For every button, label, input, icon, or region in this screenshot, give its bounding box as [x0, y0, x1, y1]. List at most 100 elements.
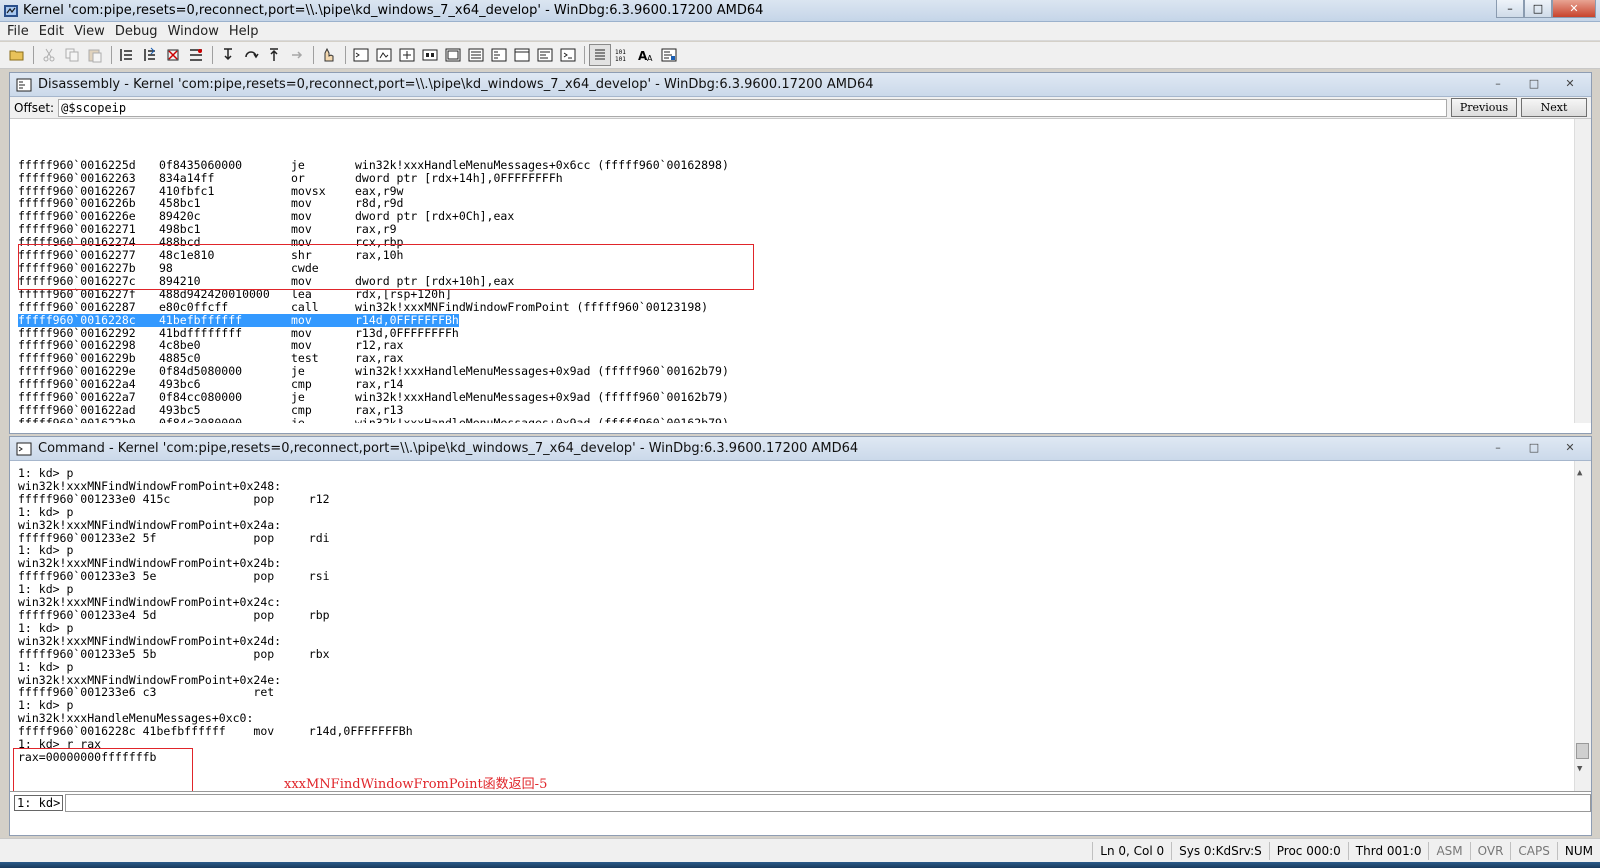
restart-button[interactable]: [139, 44, 161, 66]
locals-window-button[interactable]: [396, 44, 418, 66]
disassembly-row[interactable]: fffff960`00162263 834a14ff or dword ptr [rd…: [18, 170, 1591, 185]
disassembly-row[interactable]: fffff960`0016228c 41befbffffff mov r14d,0FF…: [18, 313, 1591, 327]
command-output-line: win32k!xxxMNFindWindowFromPoint+0x248:: [18, 478, 282, 493]
stop-debugging-button[interactable]: [162, 44, 184, 66]
command-minimize-button[interactable]: –: [1483, 439, 1513, 456]
disassembly-row[interactable]: fffff960`00162298 4c8be0 mov r12,rax: [18, 339, 1591, 352]
hex-view-button[interactable]: 101 101: [612, 44, 634, 66]
menu-view[interactable]: View: [69, 24, 110, 39]
command-window-button[interactable]: [350, 44, 372, 66]
disassembly-window-button[interactable]: [488, 44, 510, 66]
run-to-cursor-button[interactable]: [286, 44, 308, 66]
memory-window-button[interactable]: [442, 44, 464, 66]
break-button[interactable]: [185, 44, 207, 66]
disassembly-row[interactable]: fffff960`0016229b 4885c0 test rax,rax: [18, 352, 1591, 365]
scroll-thumb[interactable]: [1576, 743, 1589, 759]
menu-help[interactable]: Help: [224, 24, 264, 39]
disassembly-row[interactable]: fffff960`0016226e 89420c mov dword ptr [rdx…: [18, 210, 1591, 223]
close-button[interactable]: ✕: [1552, 0, 1596, 18]
instruction-mnemonic: je: [291, 390, 305, 405]
options-icon: [661, 48, 677, 62]
menu-debug[interactable]: Debug: [110, 24, 163, 39]
maximize-button[interactable]: □: [1524, 0, 1552, 18]
disassembly-row[interactable]: fffff960`0016226b 458bc1 mov r8d,r9d: [18, 197, 1591, 210]
disassembly-row[interactable]: fffff960`00162271 498bc1 mov rax,r9: [18, 223, 1591, 236]
step-out-button[interactable]: [263, 44, 285, 66]
disassembly-listing[interactable]: fffff960`0016225d 0f8435060000 je win32k!xx…: [10, 119, 1591, 423]
disassembly-row[interactable]: fffff960`00162267 410fbfc1 movsx eax,r9w: [18, 184, 1591, 198]
disassembly-row[interactable]: fffff960`00162292 41bdffffffff mov r13d,0FF…: [18, 326, 1591, 340]
disassembly-minimize-button[interactable]: –: [1483, 75, 1513, 92]
registers-window-button[interactable]: [419, 44, 441, 66]
command-window[interactable]: Command - Kernel 'com:pipe,resets=0,reco…: [9, 436, 1592, 836]
source-mode-button[interactable]: [318, 44, 340, 66]
menu-window[interactable]: Window: [163, 24, 224, 39]
command-output-line: 1: kd> p: [18, 620, 74, 635]
step-into-icon: [224, 48, 232, 61]
instruction-mnemonic: or: [291, 170, 305, 185]
disassembly-row[interactable]: fffff960`00162287 e80c0ffcff call win32k!xx…: [18, 300, 1591, 314]
menu-edit[interactable]: Edit: [34, 24, 69, 39]
highlight-box-rax: [13, 748, 193, 791]
menu-file[interactable]: File: [2, 24, 34, 39]
highlight-box-call: [18, 244, 754, 290]
watch-window-button[interactable]: [373, 44, 395, 66]
command-output-line: 1: kd> p: [18, 659, 74, 674]
scratch-window-button[interactable]: [557, 44, 579, 66]
stop-debugging-icon: [167, 49, 179, 61]
disassembly-close-button[interactable]: ✕: [1555, 75, 1585, 92]
call-stack-button[interactable]: [465, 44, 487, 66]
taskbar: [0, 862, 1600, 868]
scratch-pad-button[interactable]: [511, 44, 533, 66]
step-into-button[interactable]: [217, 44, 239, 66]
registers-window-icon: [422, 49, 438, 61]
instruction-address: fffff960`0016225d: [18, 157, 136, 172]
disassembly-row[interactable]: fffff960`0016229e 0f84d5080000 je win32k!xx…: [18, 365, 1591, 378]
go-button[interactable]: [116, 44, 138, 66]
disassembly-scrollbar[interactable]: [1574, 119, 1591, 423]
disassembly-title-bar[interactable]: Disassembly - Kernel 'com:pipe,resets=0,…: [10, 73, 1591, 97]
paste-button[interactable]: [84, 44, 106, 66]
cut-button[interactable]: [38, 44, 60, 66]
status-bar: Ln 0, Col 0 Sys 0:KdSrv:S Proc 000:0 Thr…: [0, 838, 1600, 862]
offset-input[interactable]: @$scopeip: [58, 98, 1447, 117]
options-button[interactable]: [658, 44, 680, 66]
command-maximize-button[interactable]: □: [1519, 439, 1549, 456]
instruction-mnemonic: je: [291, 415, 305, 423]
open-button[interactable]: [6, 44, 28, 66]
command-window-icon: [353, 48, 369, 62]
disassembly-row[interactable]: fffff960`001622a4 493bc6 cmp rax,r14: [18, 378, 1591, 391]
disassembly-title: Disassembly - Kernel 'com:pipe,resets=0,…: [38, 77, 874, 92]
font-button[interactable]: AA: [635, 44, 657, 66]
instruction-address: fffff960`001622a7: [18, 390, 136, 405]
font-icon: AA: [638, 49, 653, 63]
disassembly-maximize-button[interactable]: □: [1519, 75, 1549, 92]
main-title-bar[interactable]: Kernel 'com:pipe,resets=0,reconnect,port…: [0, 0, 1600, 22]
command-input[interactable]: [65, 793, 1591, 812]
previous-button[interactable]: Previous: [1451, 98, 1517, 117]
disassembly-row[interactable]: fffff960`001622a7 0f84cc080000 je win32k!xx…: [18, 391, 1591, 404]
next-button[interactable]: Next: [1521, 98, 1587, 117]
scroll-up-arrow-icon[interactable]: ▲: [1577, 467, 1582, 480]
command-output-line: fffff960`001233e0 415c pop r12: [18, 491, 330, 506]
hex-view-icon: 101101: [615, 49, 626, 63]
instruction-address: fffff960`00162263: [18, 170, 136, 185]
disassembly-row[interactable]: fffff960`001622b0 0f84c3080000 je win32k!xx…: [18, 415, 1591, 423]
command-output[interactable]: 1: kd> p win32k!xxxMNFindWindowFromPoint+…: [10, 461, 1591, 791]
step-over-button[interactable]: [240, 44, 262, 66]
run-to-cursor-icon: [292, 51, 303, 59]
disassembly-row[interactable]: fffff960`001622ad 493bc5 cmp rax,r13: [18, 404, 1591, 417]
source-mode-toggle-button[interactable]: [589, 44, 611, 66]
disassembly-window[interactable]: Disassembly - Kernel 'com:pipe,resets=0,…: [9, 72, 1592, 434]
instruction-mnemonic: cmp: [291, 402, 312, 417]
copy-button[interactable]: [61, 44, 83, 66]
scroll-down-arrow-icon[interactable]: ▼: [1577, 763, 1582, 776]
instruction-bytes: 0f84c3080000: [159, 415, 243, 423]
command-title-bar[interactable]: Command - Kernel 'com:pipe,resets=0,reco…: [10, 437, 1591, 461]
command-close-button[interactable]: ✕: [1555, 439, 1585, 456]
minimize-button[interactable]: –: [1496, 0, 1524, 18]
disassembly-row[interactable]: fffff960`0016225d 0f8435060000 je win32k!xx…: [18, 157, 1591, 172]
command-scrollbar[interactable]: ▲ ▼: [1574, 461, 1591, 791]
command-output-line: fffff960`001233e2 5f pop rdi: [18, 530, 330, 545]
processes-threads-button[interactable]: [534, 44, 556, 66]
